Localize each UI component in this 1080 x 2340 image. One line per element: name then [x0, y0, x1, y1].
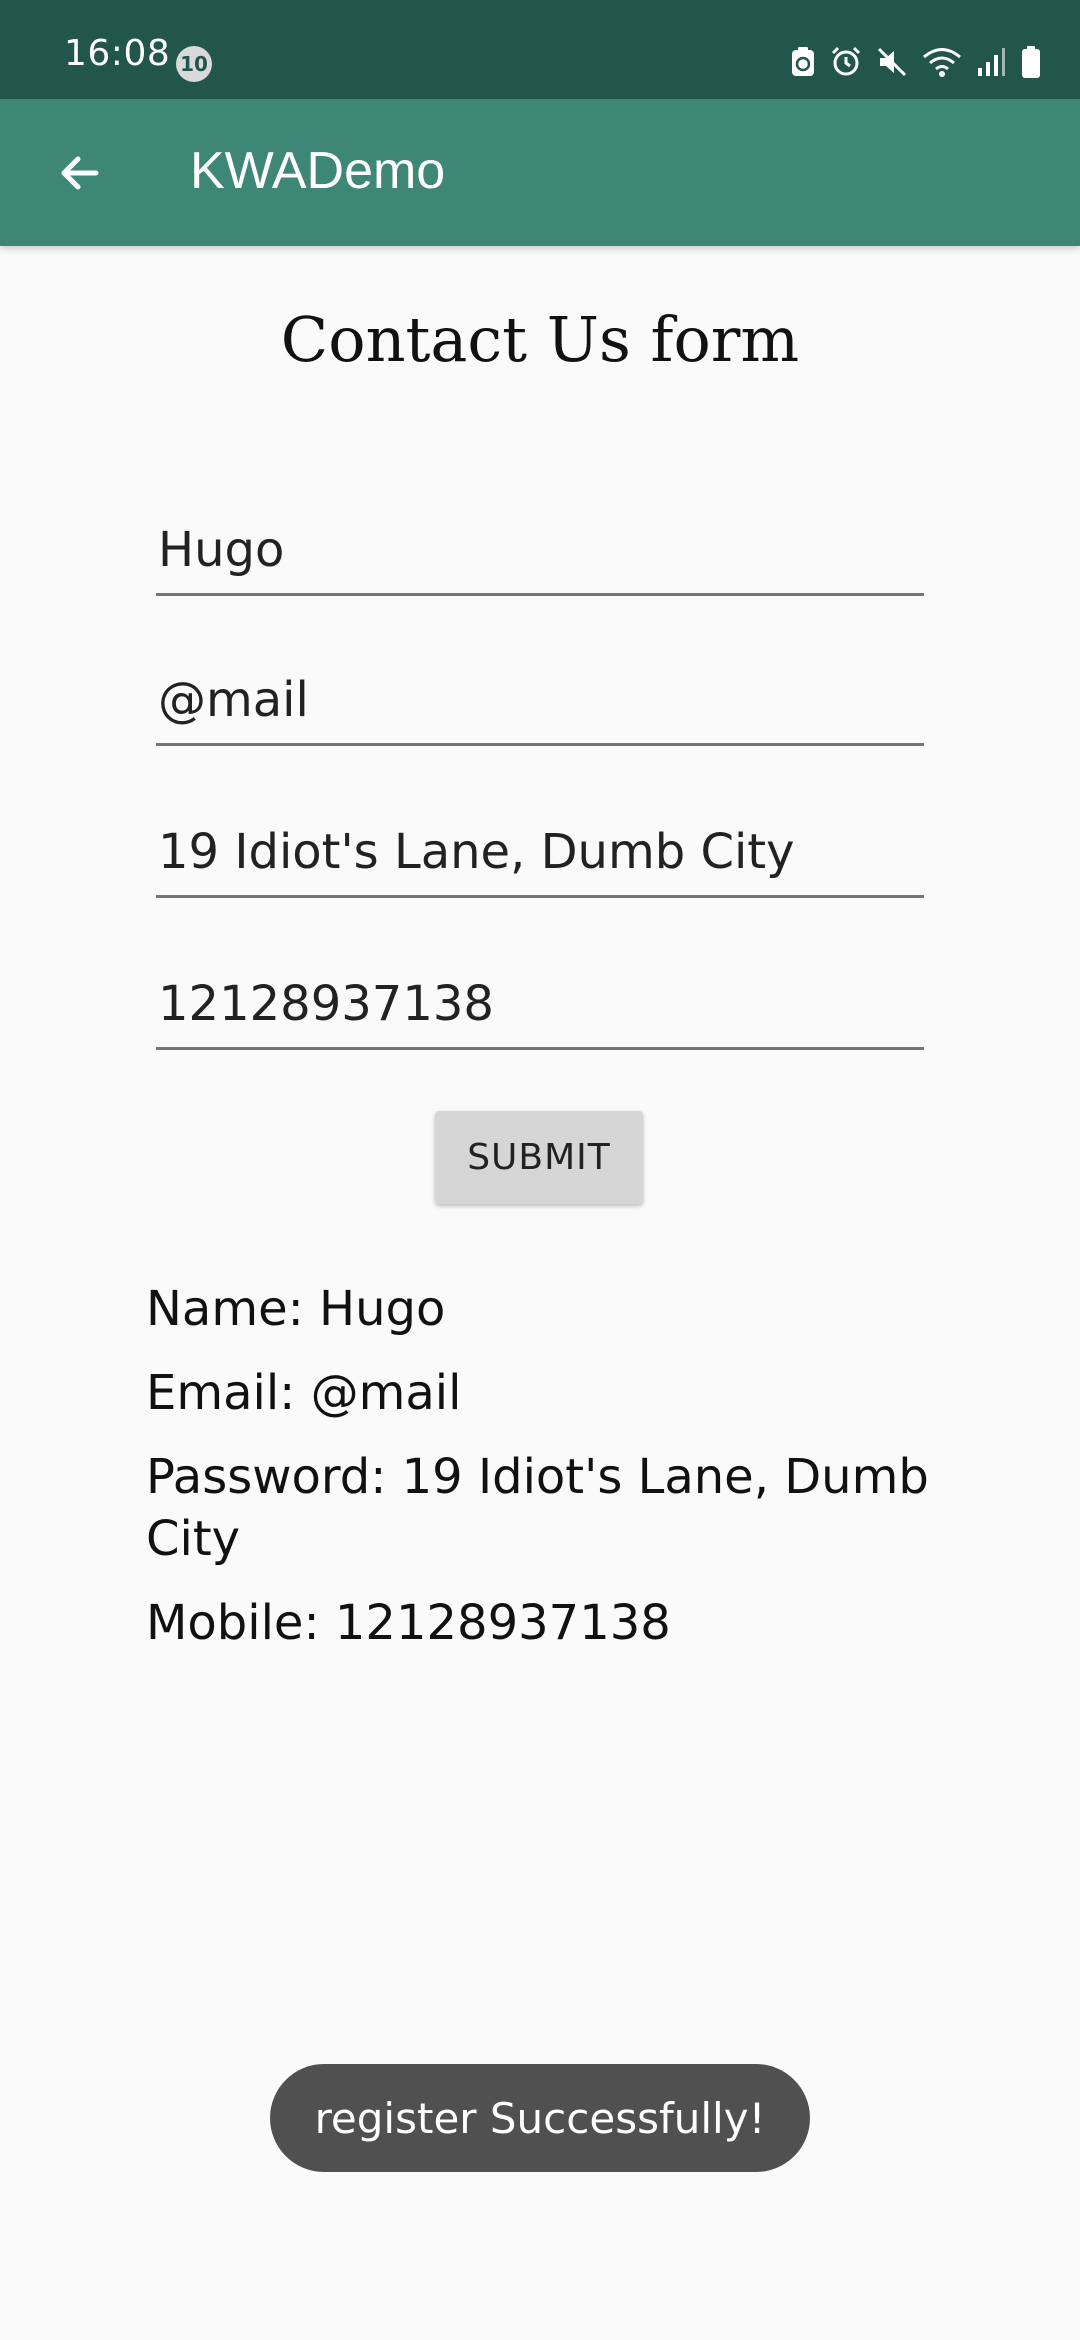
address-field[interactable] — [156, 808, 924, 898]
arrow-left-icon — [61, 156, 99, 190]
email-field[interactable] — [156, 656, 924, 746]
alarm-icon — [831, 46, 861, 76]
back-button[interactable] — [32, 125, 128, 221]
app-bar: KWADemo — [0, 99, 1080, 246]
result-name: Name: Hugo — [146, 1281, 446, 1337]
notification-count-badge: 10 — [176, 46, 212, 82]
results-panel: Name: Hugo Email: @mail Password: 19 Idi… — [146, 1278, 946, 1676]
app-title: KWADemo — [190, 142, 446, 200]
signal-icon — [978, 48, 1005, 76]
status-icons — [790, 42, 1042, 82]
result-email: Email: @mail — [146, 1365, 462, 1421]
result-mobile: Mobile: 12128937138 — [146, 1595, 671, 1651]
mobile-field[interactable] — [156, 960, 924, 1050]
wifi-icon — [923, 48, 961, 77]
name-field[interactable] — [156, 506, 924, 596]
result-password: Password: 19 Idiot's Lane, Dumb City — [146, 1449, 929, 1567]
battery-icon — [1022, 46, 1040, 78]
status-time: 16:08 — [64, 33, 171, 74]
toast-message: register Successfully! — [270, 2064, 810, 2172]
recycle-icon — [792, 47, 814, 76]
status-bar: 16:08 10 — [0, 0, 1080, 99]
mute-icon — [877, 47, 907, 77]
page-title: Contact Us form — [280, 303, 800, 376]
submit-button[interactable]: SUBMIT — [435, 1111, 643, 1204]
